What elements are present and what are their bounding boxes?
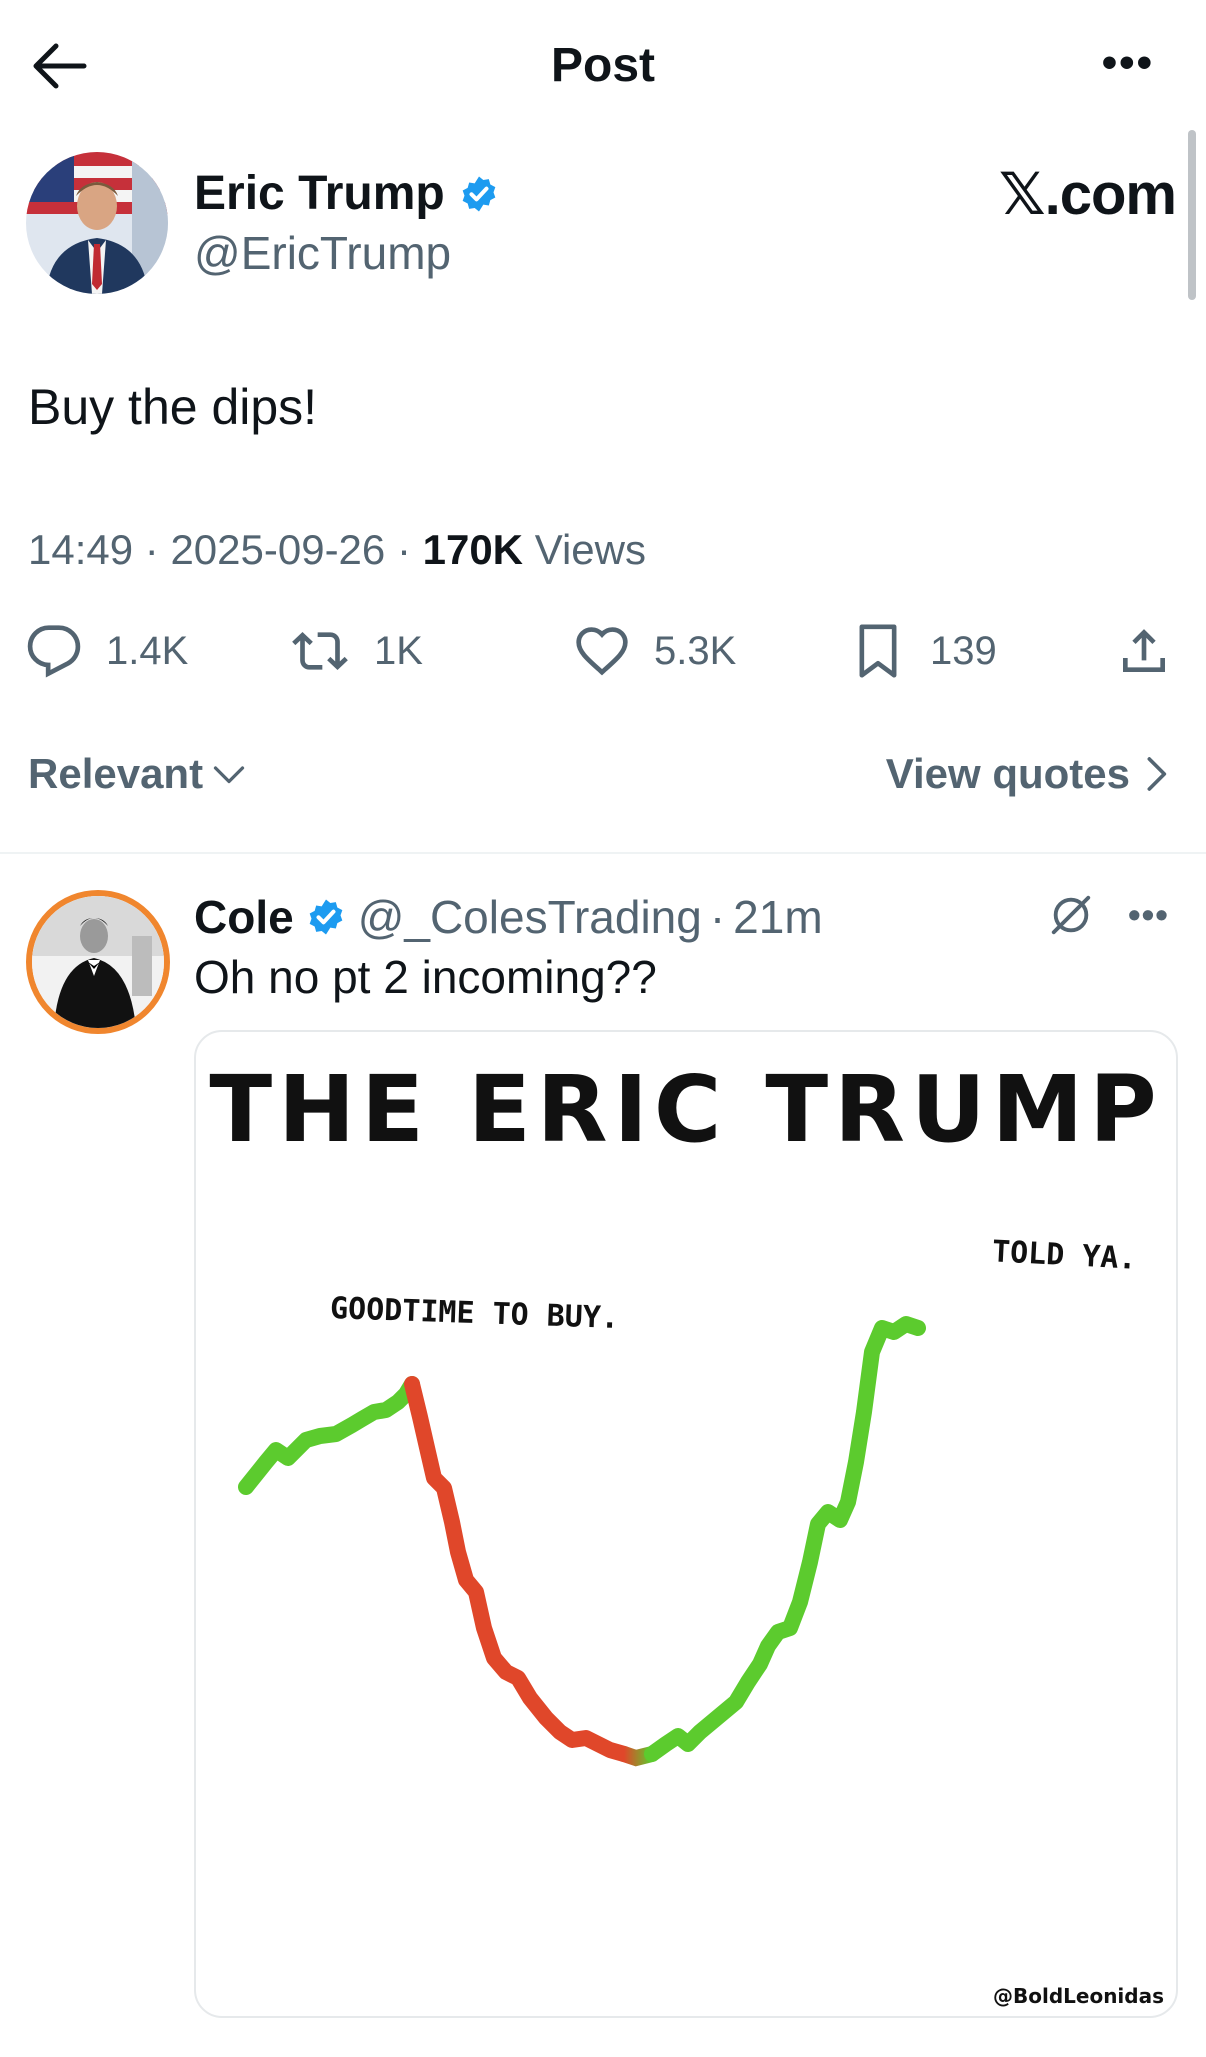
view-quotes-label: View quotes — [885, 750, 1130, 797]
author-name-row[interactable]: Eric Trump — [194, 166, 499, 221]
reply-count: 1.4K — [106, 628, 189, 673]
reply-avatar[interactable] — [26, 890, 170, 1034]
like-button[interactable]: 5.3K — [574, 616, 736, 686]
meta-separator: · — [396, 526, 423, 573]
verified-icon — [462, 176, 496, 211]
divider — [0, 852, 1206, 854]
reply-author-handle[interactable]: @_ColesTrading — [358, 890, 702, 944]
post-date[interactable]: 2025-09-26 — [170, 526, 385, 573]
share-icon — [1123, 629, 1165, 672]
post-text: Buy the dips! — [28, 379, 318, 435]
grok-button[interactable] — [1048, 892, 1094, 943]
repost-button[interactable]: 1K — [290, 616, 423, 686]
views-label: Views — [534, 526, 646, 573]
avatar-image — [26, 152, 168, 294]
reply-icon — [27, 625, 81, 678]
reply-time[interactable]: 21m — [733, 890, 822, 944]
bookmark-icon — [859, 624, 897, 678]
grok-icon — [1051, 895, 1091, 935]
cartoon-credit: @BoldLeonidas — [992, 1984, 1164, 2008]
reply-avatar-image — [32, 896, 164, 1028]
chevron-down-icon — [213, 766, 245, 784]
like-icon — [576, 627, 628, 676]
bookmark-count: 139 — [930, 628, 997, 673]
reply-media-image[interactable]: THE ERIC TRUMP GOODTIME TO BUY. TOLD YA.… — [194, 1030, 1178, 2018]
share-button[interactable] — [1116, 616, 1172, 686]
xcom-watermark: 𝕏.com — [998, 162, 1177, 227]
scrollbar[interactable] — [1188, 130, 1196, 300]
post-meta: 14:49 · 2025-09-26 · 170K Views — [28, 526, 646, 574]
action-bar: 1.4K 1K 5.3K 139 — [26, 616, 1186, 696]
repost-count: 1K — [374, 628, 423, 673]
more-icon[interactable]: ••• — [1102, 41, 1154, 85]
views-count: 170K — [422, 526, 524, 573]
top-bar: Post ••• — [0, 0, 1206, 140]
post-time[interactable]: 14:49 — [28, 526, 133, 573]
meta-separator: · — [144, 526, 171, 573]
reply-author-name[interactable]: Cole — [194, 890, 294, 944]
bookmark-button[interactable]: 139 — [850, 616, 997, 686]
post-author: Eric Trump @EricTrump 𝕏.com — [26, 152, 1177, 294]
repost-icon — [292, 632, 348, 670]
author-handle[interactable]: @EricTrump — [194, 226, 451, 280]
author-avatar[interactable] — [26, 152, 168, 294]
reply-separator: · — [709, 891, 726, 943]
view-quotes-link[interactable]: View quotes — [886, 750, 1168, 798]
like-count: 5.3K — [654, 628, 737, 673]
reply-more-icon[interactable]: ••• — [1128, 894, 1169, 936]
sort-bar: Relevant View quotes — [28, 750, 1168, 810]
cartoon-line-drawing — [238, 1316, 926, 1767]
author-name[interactable]: Eric Trump — [194, 166, 445, 221]
reply-text: Oh no pt 2 incoming?? — [194, 951, 657, 1003]
page-title: Post — [550, 39, 655, 92]
reply-header: Cole @_ColesTrading · 21m — [194, 890, 823, 944]
reply-button[interactable]: 1.4K — [26, 616, 188, 686]
chevron-right-icon — [1147, 757, 1167, 791]
verified-icon — [309, 899, 343, 935]
relevant-dropdown[interactable]: Relevant — [28, 750, 247, 798]
relevant-label: Relevant — [28, 750, 204, 797]
